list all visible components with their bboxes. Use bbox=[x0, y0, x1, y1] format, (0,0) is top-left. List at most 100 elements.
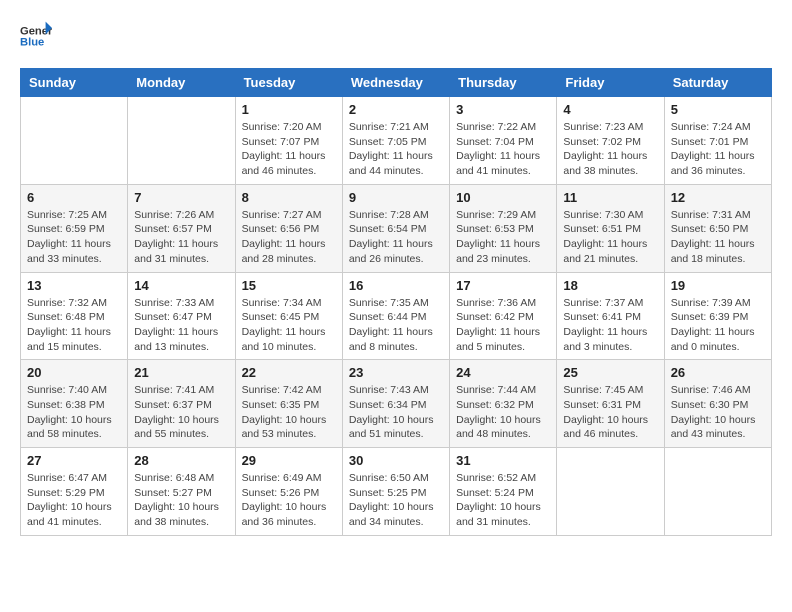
day-number: 12 bbox=[671, 190, 765, 205]
calendar-cell: 12Sunrise: 7:31 AM Sunset: 6:50 PM Dayli… bbox=[664, 184, 771, 272]
calendar-cell: 24Sunrise: 7:44 AM Sunset: 6:32 PM Dayli… bbox=[450, 360, 557, 448]
day-number: 30 bbox=[349, 453, 443, 468]
day-number: 31 bbox=[456, 453, 550, 468]
day-info: Sunrise: 7:33 AM Sunset: 6:47 PM Dayligh… bbox=[134, 296, 228, 355]
calendar-cell: 11 Sunrise: 7:30 AM Sunset: 6:51 PM Dayli… bbox=[557, 184, 664, 272]
day-info: Sunrise: 7:34 AM Sunset: 6:45 PM Dayligh… bbox=[242, 296, 336, 355]
calendar-cell: 5 Sunrise: 7:24 AM Sunset: 7:01 PM Daylig… bbox=[664, 97, 771, 185]
day-number: 27 bbox=[27, 453, 121, 468]
day-info: Sunrise: 7:26 AM Sunset: 6:57 PM Dayligh… bbox=[134, 208, 228, 267]
day-number: 21 bbox=[134, 365, 228, 380]
day-number: 22 bbox=[242, 365, 336, 380]
day-number: 26 bbox=[671, 365, 765, 380]
calendar-cell: 28 Sunrise: 6:48 AM Sunset: 5:27 PM Dayli… bbox=[128, 448, 235, 536]
calendar-cell: 16 Sunrise: 7:35 AM Sunset: 6:44 PM Dayli… bbox=[342, 272, 449, 360]
day-info: Sunrise: 7:23 AM Sunset: 7:02 PM Dayligh… bbox=[563, 120, 657, 179]
calendar-cell: 31 Sunrise: 6:52 AM Sunset: 5:24 PM Dayli… bbox=[450, 448, 557, 536]
day-info: Sunrise: 7:35 AM Sunset: 6:44 PM Dayligh… bbox=[349, 296, 443, 355]
svg-text:Blue: Blue bbox=[20, 37, 44, 49]
day-number: 5 bbox=[671, 102, 765, 117]
day-number: 17 bbox=[456, 278, 550, 293]
calendar-cell: 22 Sunrise: 7:42 AM Sunset: 6:35 PM Dayli… bbox=[235, 360, 342, 448]
day-number: 8 bbox=[242, 190, 336, 205]
day-info: Sunrise: 7:20 AM Sunset: 7:07 PM Dayligh… bbox=[242, 120, 336, 179]
day-info: Sunrise: 7:41 AM Sunset: 6:37 PM Dayligh… bbox=[134, 383, 228, 442]
day-number: 10 bbox=[456, 190, 550, 205]
day-info: Sunrise: 6:47 AM Sunset: 5:29 PM Dayligh… bbox=[27, 471, 121, 530]
calendar-cell: 23 Sunrise: 7:43 AM Sunset: 6:34 PM Dayli… bbox=[342, 360, 449, 448]
calendar-cell bbox=[128, 97, 235, 185]
day-info: Sunrise: 7:32 AM Sunset: 6:48 PM Dayligh… bbox=[27, 296, 121, 355]
calendar-cell: 21 Sunrise: 7:41 AM Sunset: 6:37 PM Dayli… bbox=[128, 360, 235, 448]
day-info: Sunrise: 7:25 AM Sunset: 6:59 PM Dayligh… bbox=[27, 208, 121, 267]
day-info: Sunrise: 7:37 AM Sunset: 6:41 PM Dayligh… bbox=[563, 296, 657, 355]
calendar-cell: 13 Sunrise: 7:32 AM Sunset: 6:48 PM Dayli… bbox=[21, 272, 128, 360]
day-info: Sunrise: 6:49 AM Sunset: 5:26 PM Dayligh… bbox=[242, 471, 336, 530]
day-number: 14 bbox=[134, 278, 228, 293]
day-number: 29 bbox=[242, 453, 336, 468]
day-info: Sunrise: 7:27 AM Sunset: 6:56 PM Dayligh… bbox=[242, 208, 336, 267]
calendar-cell: 30 Sunrise: 6:50 AM Sunset: 5:25 PM Dayli… bbox=[342, 448, 449, 536]
calendar-cell: 1Sunrise: 7:20 AM Sunset: 7:07 PM Daylig… bbox=[235, 97, 342, 185]
calendar-cell: 15Sunrise: 7:34 AM Sunset: 6:45 PM Dayli… bbox=[235, 272, 342, 360]
day-number: 28 bbox=[134, 453, 228, 468]
day-info: Sunrise: 6:52 AM Sunset: 5:24 PM Dayligh… bbox=[456, 471, 550, 530]
calendar-table: SundayMondayTuesdayWednesdayThursdayFrid… bbox=[20, 68, 772, 536]
day-number: 20 bbox=[27, 365, 121, 380]
calendar-cell: 18Sunrise: 7:37 AM Sunset: 6:41 PM Dayli… bbox=[557, 272, 664, 360]
day-info: Sunrise: 6:48 AM Sunset: 5:27 PM Dayligh… bbox=[134, 471, 228, 530]
weekday-header: Sunday bbox=[21, 69, 128, 97]
day-info: Sunrise: 7:44 AM Sunset: 6:32 PM Dayligh… bbox=[456, 383, 550, 442]
day-number: 23 bbox=[349, 365, 443, 380]
day-info: Sunrise: 7:46 AM Sunset: 6:30 PM Dayligh… bbox=[671, 383, 765, 442]
day-info: Sunrise: 7:24 AM Sunset: 7:01 PM Dayligh… bbox=[671, 120, 765, 179]
weekday-header: Monday bbox=[128, 69, 235, 97]
day-number: 19 bbox=[671, 278, 765, 293]
calendar-cell: 29 Sunrise: 6:49 AM Sunset: 5:26 PM Dayli… bbox=[235, 448, 342, 536]
day-number: 4 bbox=[563, 102, 657, 117]
logo: General Blue bbox=[20, 20, 52, 52]
calendar-week-row: 20 Sunrise: 7:40 AM Sunset: 6:38 PM Dayli… bbox=[21, 360, 772, 448]
calendar-cell: 8 Sunrise: 7:27 AM Sunset: 6:56 PM Daylig… bbox=[235, 184, 342, 272]
weekday-header-row: SundayMondayTuesdayWednesdayThursdayFrid… bbox=[21, 69, 772, 97]
calendar-cell: 3 Sunrise: 7:22 AM Sunset: 7:04 PM Daylig… bbox=[450, 97, 557, 185]
logo-icon: General Blue bbox=[20, 20, 52, 52]
day-info: Sunrise: 7:28 AM Sunset: 6:54 PM Dayligh… bbox=[349, 208, 443, 267]
calendar-cell: 6Sunrise: 7:25 AM Sunset: 6:59 PM Daylig… bbox=[21, 184, 128, 272]
weekday-header: Thursday bbox=[450, 69, 557, 97]
day-info: Sunrise: 7:43 AM Sunset: 6:34 PM Dayligh… bbox=[349, 383, 443, 442]
day-info: Sunrise: 7:30 AM Sunset: 6:51 PM Dayligh… bbox=[563, 208, 657, 267]
day-info: Sunrise: 7:29 AM Sunset: 6:53 PM Dayligh… bbox=[456, 208, 550, 267]
day-number: 11 bbox=[563, 190, 657, 205]
day-info: Sunrise: 7:21 AM Sunset: 7:05 PM Dayligh… bbox=[349, 120, 443, 179]
day-number: 7 bbox=[134, 190, 228, 205]
day-info: Sunrise: 7:45 AM Sunset: 6:31 PM Dayligh… bbox=[563, 383, 657, 442]
calendar-cell: 17 Sunrise: 7:36 AM Sunset: 6:42 PM Dayli… bbox=[450, 272, 557, 360]
calendar-cell bbox=[557, 448, 664, 536]
calendar-cell bbox=[664, 448, 771, 536]
day-info: Sunrise: 7:36 AM Sunset: 6:42 PM Dayligh… bbox=[456, 296, 550, 355]
calendar-cell: 26 Sunrise: 7:46 AM Sunset: 6:30 PM Dayli… bbox=[664, 360, 771, 448]
calendar-cell: 20 Sunrise: 7:40 AM Sunset: 6:38 PM Dayli… bbox=[21, 360, 128, 448]
day-number: 9 bbox=[349, 190, 443, 205]
calendar-week-row: 6Sunrise: 7:25 AM Sunset: 6:59 PM Daylig… bbox=[21, 184, 772, 272]
day-info: Sunrise: 7:40 AM Sunset: 6:38 PM Dayligh… bbox=[27, 383, 121, 442]
day-number: 3 bbox=[456, 102, 550, 117]
calendar-cell: 14 Sunrise: 7:33 AM Sunset: 6:47 PM Dayli… bbox=[128, 272, 235, 360]
weekday-header: Saturday bbox=[664, 69, 771, 97]
calendar-cell: 25 Sunrise: 7:45 AM Sunset: 6:31 PM Dayli… bbox=[557, 360, 664, 448]
day-number: 2 bbox=[349, 102, 443, 117]
day-info: Sunrise: 7:22 AM Sunset: 7:04 PM Dayligh… bbox=[456, 120, 550, 179]
page-header: General Blue bbox=[20, 20, 772, 52]
calendar-cell: 10 Sunrise: 7:29 AM Sunset: 6:53 PM Dayli… bbox=[450, 184, 557, 272]
calendar-week-row: 1Sunrise: 7:20 AM Sunset: 7:07 PM Daylig… bbox=[21, 97, 772, 185]
day-info: Sunrise: 7:42 AM Sunset: 6:35 PM Dayligh… bbox=[242, 383, 336, 442]
day-number: 25 bbox=[563, 365, 657, 380]
calendar-cell: 19Sunrise: 7:39 AM Sunset: 6:39 PM Dayli… bbox=[664, 272, 771, 360]
calendar-week-row: 27 Sunrise: 6:47 AM Sunset: 5:29 PM Dayli… bbox=[21, 448, 772, 536]
day-info: Sunrise: 6:50 AM Sunset: 5:25 PM Dayligh… bbox=[349, 471, 443, 530]
day-number: 13 bbox=[27, 278, 121, 293]
day-number: 16 bbox=[349, 278, 443, 293]
calendar-cell: 9 Sunrise: 7:28 AM Sunset: 6:54 PM Daylig… bbox=[342, 184, 449, 272]
calendar-cell: 7 Sunrise: 7:26 AM Sunset: 6:57 PM Daylig… bbox=[128, 184, 235, 272]
